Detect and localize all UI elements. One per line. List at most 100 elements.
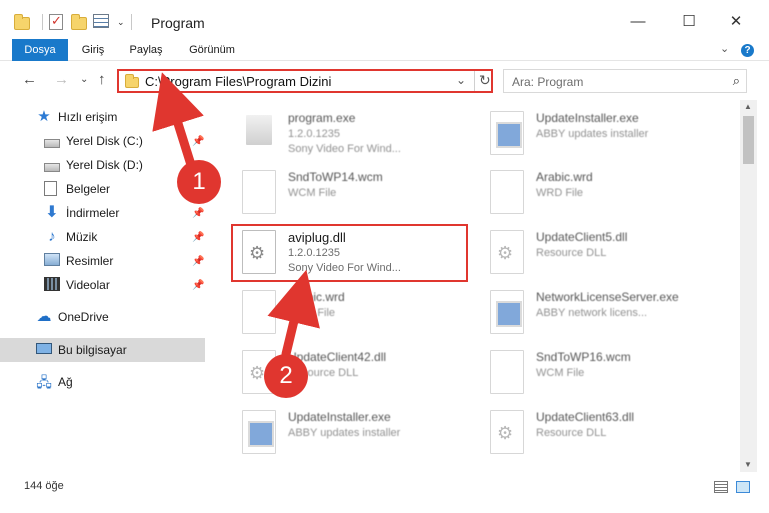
address-bar[interactable]: C:\Program Files\Program Dizini ⌄ ↻	[117, 69, 493, 93]
toolbar-divider	[42, 14, 43, 30]
help-icon[interactable]: ?	[741, 44, 754, 57]
file-name: SndToWP14.wcm	[288, 170, 383, 184]
callout-step-2: 2	[264, 354, 308, 398]
vertical-scrollbar[interactable]: ▲ ▼	[740, 100, 757, 472]
navigation-pane: ★ Hızlı erişim Yerel Disk (C:) 📌 Yerel D…	[0, 100, 212, 472]
pin-icon[interactable]: 📌	[192, 256, 204, 267]
file-tile[interactable]: UpdateClient5.dll Resource DLL	[480, 224, 720, 280]
network-icon: 🖧	[36, 374, 52, 390]
back-button[interactable]: ←	[22, 71, 37, 88]
scroll-thumb[interactable]	[743, 116, 754, 164]
file-tile[interactable]: UpdateClient63.dll Resource DLL	[480, 404, 720, 460]
tiles-view-icon[interactable]	[736, 481, 750, 493]
file-name: Arabic.wrd	[288, 290, 345, 304]
sidebar-item-label: OneDrive	[58, 310, 109, 324]
maximize-button[interactable]: ☐	[666, 0, 712, 42]
sidebar-item-label: Belgeler	[66, 182, 111, 196]
sidebar-item-quick-access[interactable]: ★ Hızlı erişim	[0, 105, 212, 129]
application-file-icon	[242, 410, 276, 454]
search-input[interactable]: Ara: Program ⌕	[503, 69, 747, 93]
sidebar-item-local-disk-c[interactable]: Yerel Disk (C:) 📌	[0, 129, 212, 153]
expand-ribbon-chevron-icon[interactable]: ⌄	[720, 42, 729, 55]
sidebar-item-music[interactable]: ♪ Müzik 📌	[0, 225, 212, 249]
address-path[interactable]: C:\Program Files\Program Dizini	[145, 74, 331, 89]
tab-home[interactable]: Giriş	[76, 39, 110, 61]
sidebar-item-label: Resimler	[66, 254, 114, 268]
sidebar-item-downloads[interactable]: ⬇ İndirmeler 📌	[0, 201, 212, 225]
tab-view[interactable]: Görünüm	[183, 39, 241, 61]
status-bar: 144 öğe	[0, 472, 769, 513]
file-tile[interactable]: UpdateInstaller.exe ABBY updates install…	[480, 105, 720, 161]
document-file-icon	[242, 290, 276, 334]
file-name: UpdateClient63.dll	[536, 410, 635, 424]
documents-icon	[44, 181, 60, 197]
search-icon[interactable]: ⌕	[733, 73, 740, 89]
file-list: program.exe 1.2.0.1235 Sony Video For Wi…	[212, 100, 740, 472]
file-type: WRD File	[288, 307, 336, 319]
scroll-down-arrow-icon[interactable]: ▼	[744, 460, 752, 469]
file-description: ABBY updates installer	[536, 128, 649, 140]
scroll-up-arrow-icon[interactable]: ▲	[744, 102, 752, 111]
sidebar-item-videos[interactable]: Videolar 📌	[0, 273, 212, 297]
file-name: SndToWP16.wcm	[536, 350, 631, 364]
file-tile[interactable]: Arabic.wrd WRD File	[480, 164, 720, 220]
item-count: 144 öğe	[24, 480, 64, 492]
document-file-icon	[490, 350, 524, 394]
tab-share[interactable]: Paylaş	[124, 39, 168, 61]
file-tile[interactable]: Arabic.wrd WRD File	[232, 284, 472, 340]
sidebar-item-label: Hızlı erişim	[58, 110, 118, 124]
sidebar-item-label: Videolar	[66, 278, 110, 292]
sidebar-item-pictures[interactable]: Resimler 📌	[0, 249, 212, 273]
file-tile[interactable]: UpdateInstaller.exe ABBY updates install…	[232, 404, 472, 460]
file-type: WCM File	[288, 187, 337, 199]
minimize-button[interactable]: —	[615, 0, 661, 42]
customize-toolbar-chevron-icon[interactable]: ⌄	[117, 17, 125, 28]
properties-icon[interactable]	[93, 14, 109, 30]
sidebar-item-label: Müzik	[66, 230, 98, 244]
file-description: ABBY network licens...	[536, 307, 648, 319]
sidebar-item-label: Yerel Disk (C:)	[66, 134, 143, 148]
new-folder-icon[interactable]	[71, 14, 87, 30]
disk-icon	[44, 138, 60, 148]
forward-button[interactable]: →	[54, 71, 69, 88]
pin-icon[interactable]: 📌	[192, 280, 204, 291]
file-tile[interactable]: program.exe 1.2.0.1235 Sony Video For Wi…	[232, 105, 472, 161]
sidebar-item-label: İndirmeler	[66, 206, 120, 220]
close-button[interactable]: ✕	[713, 0, 759, 42]
sidebar-item-label: Ağ	[58, 375, 73, 389]
details-view-icon[interactable]	[714, 481, 728, 493]
search-placeholder: Ara: Program	[512, 75, 584, 89]
ribbon-tabs: Dosya Giriş Paylaş Görünüm ⌄ ?	[0, 39, 769, 61]
recent-locations-chevron-icon[interactable]: ⌄	[80, 74, 88, 85]
application-file-icon	[490, 290, 524, 334]
folder-icon	[125, 74, 139, 88]
sidebar-item-label: Bu bilgisayar	[58, 343, 127, 357]
address-divider	[474, 71, 475, 91]
title-bar: ⌄ Program — ☐ ✕	[0, 0, 769, 42]
address-row: ← → ⌄ ↑ C:\Program Files\Program Dizini …	[0, 64, 769, 98]
highlight-frame	[231, 224, 468, 282]
file-name: program.exe	[288, 111, 356, 125]
file-description: Sony Video For Wind...	[288, 143, 401, 155]
file-tile[interactable]: SndToWP14.wcm WCM File	[232, 164, 472, 220]
file-name: UpdateClient5.dll	[536, 230, 628, 244]
refresh-icon[interactable]: ↻	[479, 72, 491, 89]
address-dropdown-chevron-icon[interactable]: ⌄	[456, 73, 466, 87]
pin-icon[interactable]: 📌	[192, 136, 204, 147]
file-type: Resource DLL	[536, 247, 607, 259]
document-file-icon	[242, 170, 276, 214]
star-icon: ★	[37, 108, 51, 125]
sidebar-item-onedrive[interactable]: ☁ OneDrive	[0, 305, 212, 329]
sidebar-item-this-pc[interactable]: Bu bilgisayar	[0, 338, 205, 362]
pin-icon[interactable]: 📌	[192, 232, 204, 243]
sidebar-item-label: Yerel Disk (D:)	[66, 158, 143, 172]
file-tile[interactable]: NetworkLicenseServer.exe ABBY network li…	[480, 284, 720, 340]
checklist-icon[interactable]	[49, 13, 65, 30]
sidebar-item-network[interactable]: 🖧 Ağ	[0, 370, 212, 394]
exe-file-icon	[246, 115, 272, 145]
file-type: WCM File	[536, 367, 585, 379]
pin-icon[interactable]: 📌	[192, 208, 204, 219]
tab-file[interactable]: Dosya	[12, 39, 68, 61]
file-tile[interactable]: SndToWP16.wcm WCM File	[480, 344, 720, 400]
up-button[interactable]: ↑	[98, 71, 106, 88]
